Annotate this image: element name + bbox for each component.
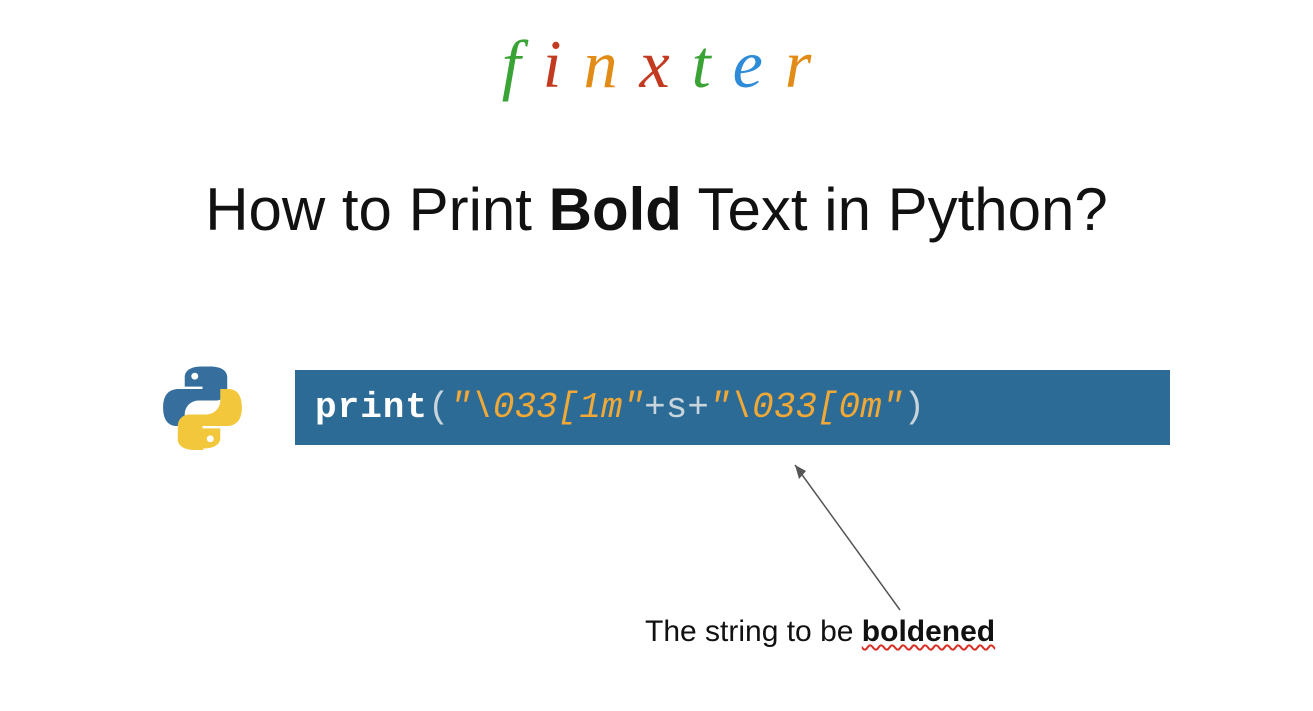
code-string2: "\033[0m"	[709, 387, 903, 428]
code-close-paren: )	[903, 387, 925, 428]
code-fn: print	[315, 387, 428, 428]
page-title: How to Print Bold Text in Python?	[0, 175, 1313, 244]
logo-letter: f	[502, 25, 543, 104]
code-snippet: print("\033[1m" + s + "\033[0m")	[295, 370, 1170, 445]
title-part2: Text in Python?	[682, 176, 1108, 243]
brand-logo: f i n x t e r	[502, 25, 812, 104]
logo-letter: t	[692, 25, 733, 104]
code-string1: "\033[1m"	[450, 387, 644, 428]
title-bold: Bold	[549, 176, 682, 243]
logo-letter: r	[785, 25, 811, 104]
code-plus2: +	[687, 387, 709, 428]
title-part1: How to Print	[205, 176, 548, 243]
annotation-part1: The string to be	[645, 615, 862, 648]
logo-letter: x	[640, 25, 692, 104]
python-icon	[160, 365, 245, 450]
code-plus1: +	[644, 387, 666, 428]
logo-letter: n	[584, 25, 640, 104]
code-open-paren: (	[428, 387, 450, 428]
annotation-arrow-icon	[780, 455, 920, 615]
annotation-bold: boldened	[862, 615, 995, 648]
logo-letter: e	[733, 25, 785, 104]
code-var: s	[666, 387, 688, 428]
logo-letter: i	[543, 25, 584, 104]
annotation-text: The string to be boldened	[645, 615, 995, 649]
